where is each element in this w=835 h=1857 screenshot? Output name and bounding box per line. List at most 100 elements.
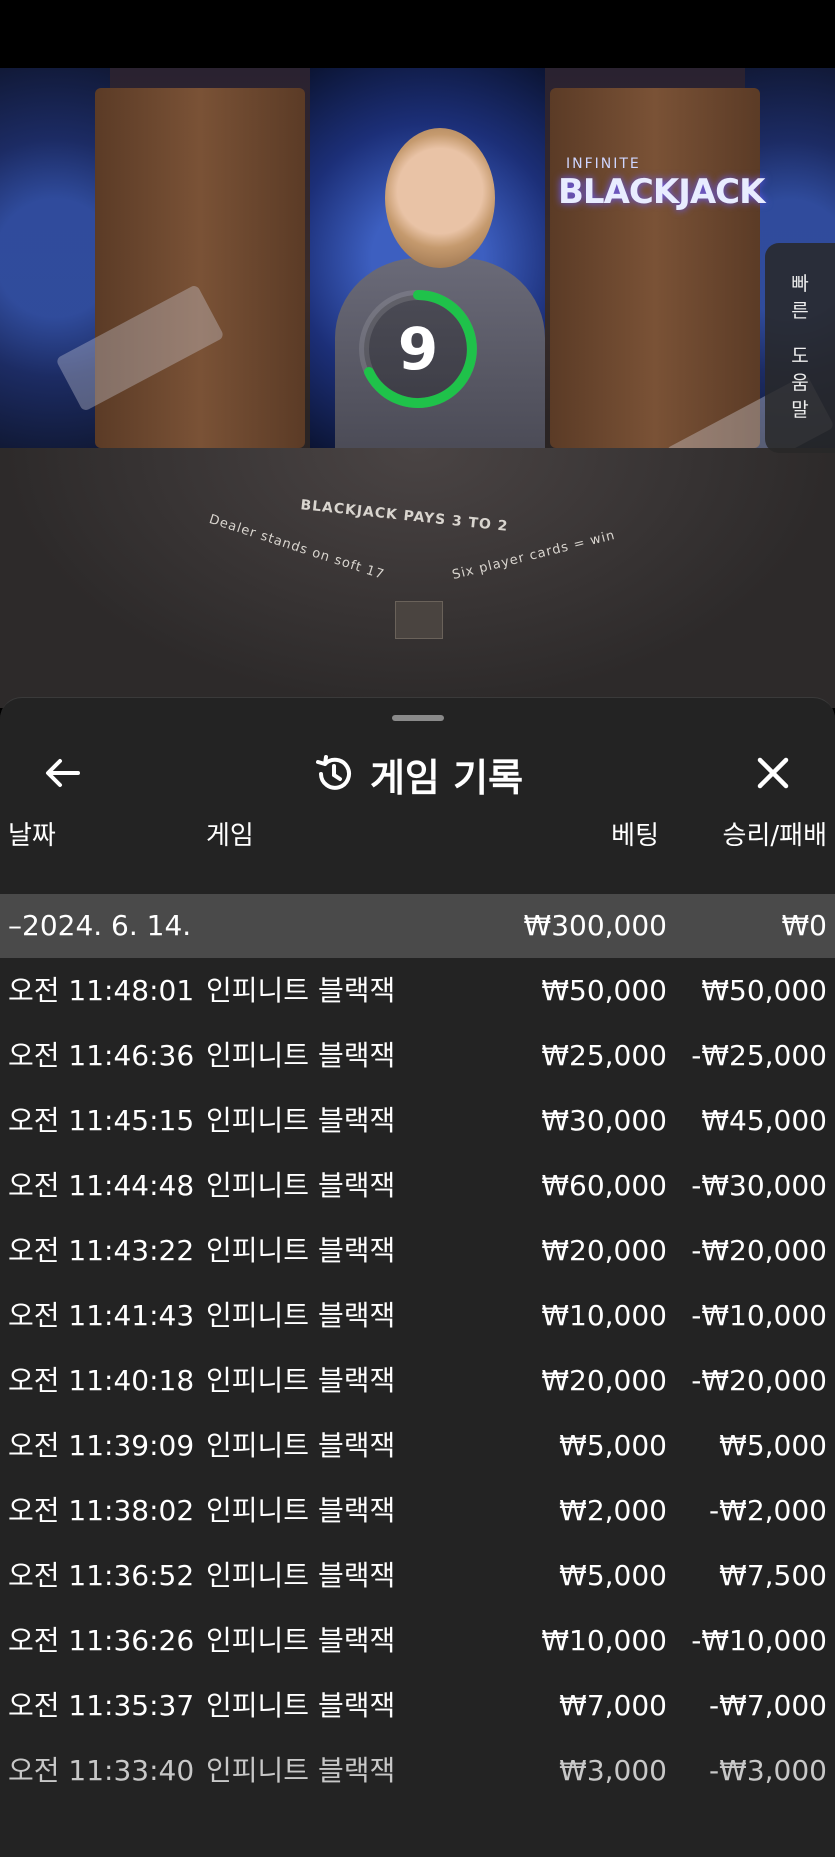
- row-win-loss: -₩10,000: [691, 1299, 827, 1332]
- row-win-loss: -₩7,000: [709, 1689, 827, 1722]
- group-date: –2024. 6. 14.: [8, 909, 192, 942]
- quick-help-char: 른: [791, 300, 809, 322]
- row-bet: ₩60,000: [541, 1169, 667, 1202]
- column-header-game[interactable]: 게임: [206, 806, 254, 866]
- row-bet: ₩7,000: [559, 1689, 667, 1722]
- column-header-date[interactable]: 날짜: [8, 806, 56, 866]
- status-bar: [0, 0, 835, 68]
- table-payout-text: BLACKJACK PAYS 3 TO 2: [299, 497, 510, 535]
- row-time: 오전 11:35:37: [8, 1689, 195, 1722]
- close-icon: [757, 757, 789, 789]
- blackjack-table: BLACKJACK PAYS 3 TO 2 Dealer stands on s…: [0, 448, 835, 708]
- row-game: 인피니트 블랙잭: [206, 1689, 396, 1722]
- column-header-bet[interactable]: 베팅: [611, 806, 659, 866]
- row-bet: ₩20,000: [541, 1234, 667, 1267]
- row-win-loss: -₩2,000: [709, 1494, 827, 1527]
- row-bet: ₩5,000: [559, 1429, 667, 1462]
- wood-panel-left: [95, 88, 305, 448]
- quick-help-char: 빠: [791, 273, 809, 295]
- table-row[interactable]: 오전 11:36:52 인피니트 블랙잭 ₩5,000 ₩7,500: [0, 1543, 835, 1608]
- row-time: 오전 11:41:43: [8, 1299, 195, 1332]
- row-bet: ₩10,000: [541, 1299, 667, 1332]
- table-row[interactable]: 오전 11:44:48 인피니트 블랙잭 ₩60,000 -₩30,000: [0, 1153, 835, 1218]
- row-win-loss: ₩45,000: [701, 1104, 827, 1137]
- row-game: 인피니트 블랙잭: [206, 1234, 396, 1267]
- row-game: 인피니트 블랙잭: [206, 1039, 396, 1072]
- table-header: 날짜 게임 베팅 승리/패배: [0, 806, 835, 866]
- row-win-loss: -₩25,000: [691, 1039, 827, 1072]
- row-win-loss: -₩20,000: [691, 1234, 827, 1267]
- column-header-win-loss[interactable]: 승리/패배: [723, 806, 827, 866]
- row-game: 인피니트 블랙잭: [206, 1104, 396, 1137]
- row-win-loss: -₩20,000: [691, 1364, 827, 1397]
- row-win-loss: ₩7,500: [719, 1559, 827, 1592]
- row-game: 인피니트 블랙잭: [206, 1754, 396, 1787]
- history-list: 오전 11:48:01 인피니트 블랙잭 ₩50,000 ₩50,000 오전 …: [0, 958, 835, 1803]
- logo-subtitle: INFINITE: [566, 156, 641, 172]
- row-win-loss: ₩5,000: [719, 1429, 827, 1462]
- row-win-loss: -₩30,000: [691, 1169, 827, 1202]
- row-bet: ₩50,000: [541, 974, 667, 1007]
- row-game: 인피니트 블랙잭: [206, 1624, 396, 1657]
- logo-title: BLACKJACK: [558, 172, 765, 212]
- live-video-stream: INFINITE BLACKJACK 9 BLACKJACK PAYS 3 TO…: [0, 68, 835, 708]
- quick-help-char: 도: [791, 345, 809, 367]
- row-time: 오전 11:38:02: [8, 1494, 195, 1527]
- row-bet: ₩20,000: [541, 1364, 667, 1397]
- group-win-total: ₩0: [781, 909, 828, 942]
- row-time: 오전 11:36:26: [8, 1624, 195, 1657]
- timer-value: 9: [397, 315, 439, 383]
- table-row[interactable]: 오전 11:43:22 인피니트 블랙잭 ₩20,000 -₩20,000: [0, 1218, 835, 1283]
- table-rule-right: Six player cards = win: [450, 527, 617, 584]
- row-game: 인피니트 블랙잭: [206, 1429, 396, 1462]
- row-bet: ₩30,000: [541, 1104, 667, 1137]
- row-bet: ₩3,000: [559, 1754, 667, 1787]
- table-row[interactable]: 오전 11:40:18 인피니트 블랙잭 ₩20,000 -₩20,000: [0, 1348, 835, 1413]
- row-time: 오전 11:43:22: [8, 1234, 195, 1267]
- row-bet: ₩2,000: [559, 1494, 667, 1527]
- row-bet: ₩25,000: [541, 1039, 667, 1072]
- row-time: 오전 11:44:48: [8, 1169, 195, 1202]
- row-time: 오전 11:36:52: [8, 1559, 195, 1592]
- row-win-loss: -₩3,000: [709, 1754, 827, 1787]
- date-group-row[interactable]: –2024. 6. 14. ₩300,000 ₩0: [0, 894, 835, 958]
- quick-help-tab[interactable]: 빠 른 도 움 말: [765, 243, 835, 453]
- row-time: 오전 11:46:36: [8, 1039, 195, 1072]
- row-game: 인피니트 블랙잭: [206, 974, 396, 1007]
- table-row[interactable]: 오전 11:48:01 인피니트 블랙잭 ₩50,000 ₩50,000: [0, 958, 835, 1023]
- row-win-loss: -₩10,000: [691, 1624, 827, 1657]
- row-win-loss: ₩50,000: [701, 974, 827, 1007]
- table-row[interactable]: 오전 11:45:15 인피니트 블랙잭 ₩30,000 ₩45,000: [0, 1088, 835, 1153]
- row-time: 오전 11:39:09: [8, 1429, 195, 1462]
- table-row[interactable]: 오전 11:36:26 인피니트 블랙잭 ₩10,000 -₩10,000: [0, 1608, 835, 1673]
- table-rule-left: Dealer stands on soft 17: [207, 512, 387, 583]
- sheet-drag-handle[interactable]: [392, 715, 444, 721]
- table-row[interactable]: 오전 11:33:40 인피니트 블랙잭 ₩3,000 -₩3,000: [0, 1738, 835, 1803]
- group-bet-total: ₩300,000: [523, 909, 667, 942]
- table-row[interactable]: 오전 11:46:36 인피니트 블랙잭 ₩25,000 -₩25,000: [0, 1023, 835, 1088]
- table-row[interactable]: 오전 11:38:02 인피니트 블랙잭 ₩2,000 -₩2,000: [0, 1478, 835, 1543]
- close-button[interactable]: [750, 750, 796, 796]
- countdown-timer: 9: [353, 284, 483, 414]
- game-history-sheet: 게임 기록 날짜 게임 베팅 승리/패배 –2024. 6. 14. ₩300,…: [0, 697, 835, 1857]
- row-game: 인피니트 블랙잭: [206, 1364, 396, 1397]
- sheet-header: 게임 기록: [0, 744, 835, 804]
- game-logo: INFINITE BLACKJACK: [558, 156, 765, 236]
- dealer: [385, 128, 495, 268]
- row-game: 인피니트 블랙잭: [206, 1559, 396, 1592]
- row-bet: ₩10,000: [541, 1624, 667, 1657]
- table-row[interactable]: 오전 11:39:09 인피니트 블랙잭 ₩5,000 ₩5,000: [0, 1413, 835, 1478]
- quick-help-char: 움: [791, 372, 809, 394]
- table-row[interactable]: 오전 11:41:43 인피니트 블랙잭 ₩10,000 -₩10,000: [0, 1283, 835, 1348]
- wood-panel-right: [550, 88, 760, 448]
- row-time: 오전 11:40:18: [8, 1364, 195, 1397]
- row-game: 인피니트 블랙잭: [206, 1169, 396, 1202]
- discard-tray: [395, 601, 443, 639]
- row-time: 오전 11:45:15: [8, 1104, 195, 1137]
- quick-help-char: 말: [791, 399, 809, 421]
- row-bet: ₩5,000: [559, 1559, 667, 1592]
- row-game: 인피니트 블랙잭: [206, 1494, 396, 1527]
- history-icon: [315, 755, 351, 790]
- row-time: 오전 11:48:01: [8, 974, 195, 1007]
- table-row[interactable]: 오전 11:35:37 인피니트 블랙잭 ₩7,000 -₩7,000: [0, 1673, 835, 1738]
